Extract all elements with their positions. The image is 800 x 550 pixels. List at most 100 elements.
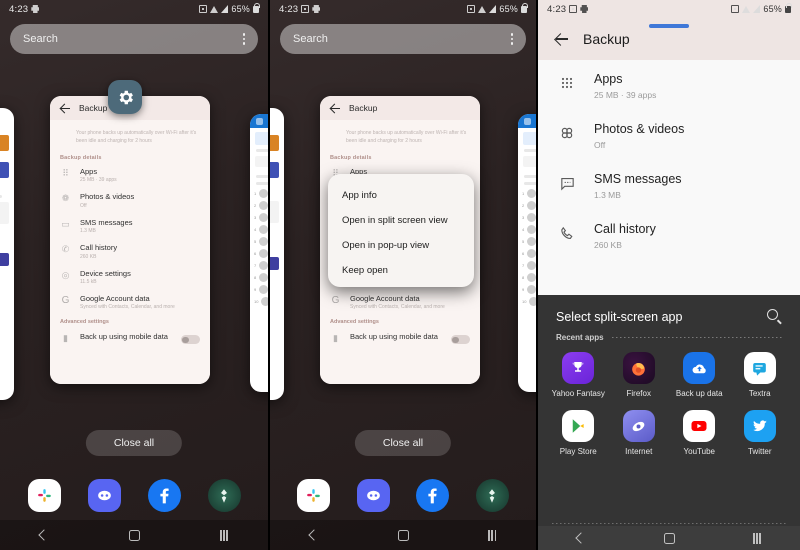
menu-item-popup-view[interactable]: Open in pop-up view: [328, 233, 474, 258]
arrow-back-icon[interactable]: [554, 32, 569, 47]
recents-card-previous[interactable]: [270, 108, 284, 400]
list-item[interactable]: Apps 25 MB · 39 apps: [538, 72, 800, 122]
status-bar-left: 4:23: [279, 4, 321, 15]
nav-back-icon[interactable]: [40, 531, 48, 539]
search-input[interactable]: Search: [280, 24, 526, 54]
app-item-firefox[interactable]: Firefox: [609, 352, 670, 398]
list-item[interactable]: ⠿ Apps25 MB · 39 apps: [60, 167, 200, 183]
app-item-textra[interactable]: Textra: [730, 352, 791, 398]
arrow-back-icon[interactable]: [330, 103, 341, 114]
item-subtitle: 1.3 MB: [594, 190, 621, 200]
item-subtitle: Synced with Contacts, Calendar, and more: [80, 304, 175, 311]
kebab-menu-icon[interactable]: [510, 33, 513, 45]
dock-app-slack[interactable]: [297, 479, 331, 512]
app-item-play-store[interactable]: Play Store: [548, 410, 609, 456]
status-bar-left: 4:23: [9, 4, 40, 15]
list-item[interactable]: ▭ SMS messages1.3 MB: [60, 218, 200, 234]
wifi-icon: [742, 5, 751, 13]
close-all-button[interactable]: Close all: [85, 430, 183, 456]
lock-icon: [253, 2, 260, 13]
lock-icon: [785, 2, 792, 13]
nav-recents-icon[interactable]: [753, 532, 761, 544]
menu-item-split-screen[interactable]: Open in split screen view: [328, 208, 474, 233]
recents-card-next[interactable]: 1 2 3 4 5 6 7 8 9 10: [250, 114, 268, 392]
app-label: Yahoo Fantasy: [551, 389, 605, 398]
item-subtitle: 11.5 kB: [80, 278, 97, 285]
nav-back-icon[interactable]: [577, 534, 585, 542]
signal-icon: [221, 5, 229, 13]
arrow-back-icon[interactable]: [60, 103, 71, 114]
list-item[interactable]: ❁ Photos & videosOff: [60, 192, 200, 208]
recents-card-backup[interactable]: Backup Your phone backs up automatically…: [50, 96, 210, 384]
list-item-mobile-data[interactable]: ▮ Back up using mobile data: [330, 332, 470, 345]
sms-icon: [556, 172, 578, 194]
signal-icon: [489, 5, 497, 13]
list-item[interactable]: Photos & videos Off: [538, 122, 800, 172]
list-item[interactable]: G Google Account data Synced with Contact…: [330, 294, 470, 310]
google-icon: G: [331, 294, 340, 306]
dock-app-destiny[interactable]: [475, 479, 509, 512]
app-label: Internet: [625, 447, 653, 456]
settings-gear-icon[interactable]: [108, 80, 142, 114]
app-item-backup-data[interactable]: Back up data: [669, 352, 730, 398]
list-item[interactable]: ◎ Device settings11.5 kB: [60, 269, 200, 285]
item-title: Call history: [594, 222, 656, 236]
app-item-twitter[interactable]: Twitter: [730, 410, 791, 456]
print-icon: [580, 5, 589, 13]
trophy-icon: [562, 352, 595, 384]
wifi-icon: [210, 5, 219, 13]
app-item-internet[interactable]: Internet: [609, 410, 670, 456]
mobile-data-icon: ▮: [63, 333, 68, 344]
print-icon: [31, 5, 40, 13]
dock-app-destiny[interactable]: [207, 479, 241, 512]
mobile-data-toggle[interactable]: [451, 335, 470, 345]
search-input[interactable]: Search: [10, 24, 258, 54]
search-icon[interactable]: [767, 309, 782, 324]
drag-handle-icon[interactable]: [649, 24, 689, 28]
kebab-menu-icon[interactable]: [242, 33, 245, 45]
backup-details-label: Backup details: [330, 155, 372, 161]
mobile-data-toggle[interactable]: [181, 335, 200, 345]
dock-app-discord[interactable]: [87, 479, 121, 512]
nav-bar: [0, 520, 268, 550]
list-item[interactable]: Call history 260 KB: [538, 222, 800, 272]
dock-app-facebook[interactable]: [147, 479, 181, 512]
app-picker-title: Select split-screen app: [556, 309, 683, 324]
menu-item-app-info[interactable]: App info: [328, 183, 474, 208]
item-title: Photos & videos: [594, 122, 685, 136]
apps-grid-icon: [556, 72, 578, 94]
close-all-button[interactable]: Close all: [354, 430, 452, 456]
card-header: Backup: [320, 96, 480, 120]
list-item[interactable]: SMS messages 1.3 MB: [538, 172, 800, 222]
app-item-yahoo-fantasy[interactable]: Yahoo Fantasy: [548, 352, 609, 398]
status-bar: 4:23 65%: [270, 0, 536, 18]
nav-home-icon[interactable]: [128, 529, 140, 541]
dock-app-discord[interactable]: [356, 479, 390, 512]
app-item-youtube[interactable]: YouTube: [669, 410, 730, 456]
nav-recents-icon[interactable]: [220, 529, 228, 541]
context-menu[interactable]: App info Open in split screen view Open …: [328, 174, 474, 287]
nav-home-icon[interactable]: [663, 532, 675, 544]
list-item[interactable]: ✆ Call history260 KB: [60, 243, 200, 259]
photos-icon: ❁: [61, 193, 70, 204]
card-title: Backup: [79, 103, 108, 113]
recent-apps-label-row: Recent apps: [538, 324, 800, 342]
advanced-settings-label: Advanced settings: [60, 319, 109, 326]
backup-list: Apps 25 MB · 39 apps Photos & videos Off S…: [538, 60, 800, 300]
app-label: Play Store: [559, 447, 597, 456]
nav-bar: [538, 526, 800, 550]
nav-back-icon[interactable]: [310, 531, 318, 539]
item-subtitle: 260 KB: [80, 253, 97, 260]
menu-item-keep-open[interactable]: Keep open: [328, 258, 474, 283]
recents-card-next[interactable]: 1 2 3 4 5 6 7 8 9 10: [518, 114, 536, 392]
recents-card-previous[interactable]: [0, 108, 14, 400]
list-item[interactable]: G Google Account data Synced with Contact…: [60, 294, 200, 310]
dock-app-slack[interactable]: [27, 479, 61, 512]
list-item-mobile-data[interactable]: ▮ Back up using mobile data: [60, 332, 200, 345]
item-subtitle: 1.3 MB: [80, 228, 96, 235]
dock-app-facebook[interactable]: [416, 479, 450, 512]
nav-home-icon[interactable]: [397, 529, 409, 541]
status-bar: 4:23 65%: [0, 0, 268, 18]
battery-label: 65%: [763, 4, 782, 14]
nav-recents-icon[interactable]: [488, 529, 497, 541]
